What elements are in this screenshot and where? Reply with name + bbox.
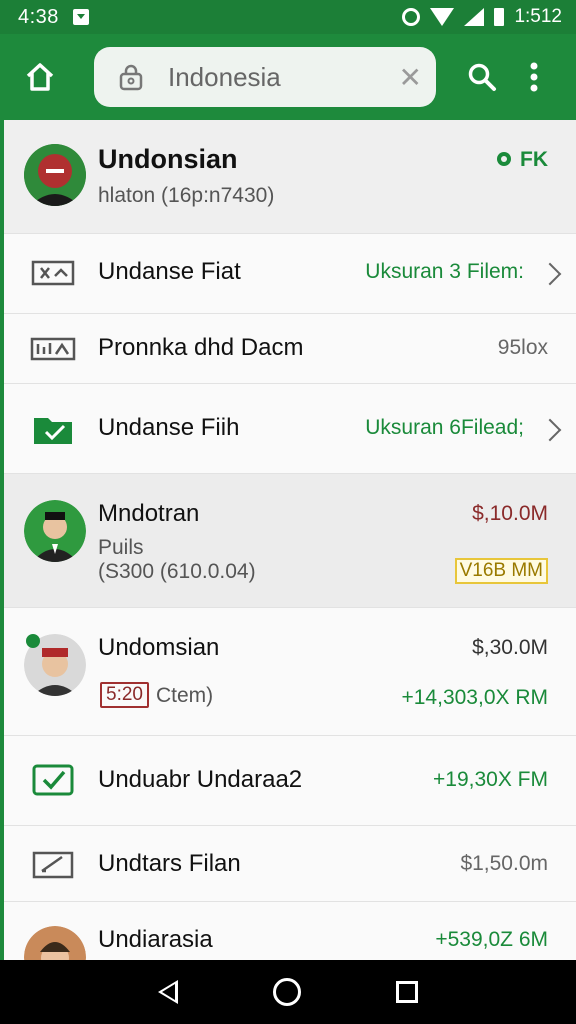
- dnd-icon: [402, 8, 421, 26]
- system-nav-bar: [0, 960, 576, 1024]
- item-title: Undomsian: [98, 634, 220, 661]
- status-time: 4:38: [18, 5, 59, 28]
- item-title: Mndotran: [98, 500, 200, 527]
- item-value: +539,0Z 6M: [435, 928, 548, 951]
- item-value: Uksuran 6Filead;: [365, 416, 524, 439]
- badge-icon: [26, 634, 40, 648]
- folder-check-icon: [30, 412, 76, 446]
- item-subtitle: Ctem): [156, 684, 214, 707]
- list-item[interactable]: Undonsian hlaton (16p:n7430) FK: [4, 120, 576, 234]
- back-icon[interactable]: [157, 980, 178, 1004]
- home-button[interactable]: [0, 34, 80, 120]
- item-value: $1,50.0m: [460, 852, 548, 875]
- item-value: Uksuran 3 Filem:: [365, 260, 524, 283]
- item-title: Undanse Fiat: [98, 258, 241, 285]
- item-subtitle: hlaton (16p:n7430): [98, 184, 275, 207]
- item-title: Undiarasia: [98, 926, 213, 953]
- status-clock: 1:512: [514, 6, 562, 27]
- ticket-icon: [30, 256, 76, 290]
- avatar: [24, 144, 86, 206]
- item-title: Undanse Fiih: [98, 414, 240, 441]
- results-list: Undonsian hlaton (16p:n7430) FK Undanse …: [4, 120, 576, 960]
- list-item[interactable]: Undtars Filan $1,50.0m: [4, 826, 576, 902]
- lock-icon: [116, 62, 146, 92]
- list-item[interactable]: Undiarasia +539,0Z 6M: [4, 902, 576, 960]
- home-circle-icon[interactable]: [272, 978, 301, 1006]
- list-item[interactable]: Undomsian 5:20 Ctem) $,30.0M +14,303,0X …: [4, 608, 576, 736]
- chevron-right-icon: [538, 418, 562, 442]
- item-amount: +14,303,0X RM: [401, 686, 548, 709]
- item-value-text: FK: [520, 148, 548, 171]
- item-value: 95lox: [497, 336, 548, 359]
- edit-document-icon: [30, 848, 76, 882]
- item-title: Pronnka dhd Dacm: [98, 334, 304, 361]
- folder-check-icon: [30, 762, 76, 796]
- list-item[interactable]: Undanse Fiih Uksuran 6Filead;: [4, 384, 576, 474]
- item-subtitle: Puils: [98, 536, 144, 559]
- chevron-right-icon: [538, 262, 562, 286]
- search-input[interactable]: [168, 61, 378, 93]
- list-item[interactable]: Mndotran Puils (S300 (610.0.04) $,10.0M …: [4, 474, 576, 608]
- item-detail: (S300 (610.0.04): [98, 560, 256, 583]
- list-item[interactable]: Unduabr Undaraa2 +19,30X FM: [4, 736, 576, 826]
- chart-icon: [30, 332, 76, 366]
- wifi-icon: [430, 8, 455, 26]
- app-bar: ✕: [0, 34, 576, 120]
- list-item[interactable]: Pronnka dhd Dacm 95lox: [4, 314, 576, 384]
- recents-icon[interactable]: [396, 981, 419, 1003]
- item-title: Undtars Filan: [98, 850, 241, 877]
- home-icon: [26, 63, 54, 91]
- item-title: Undonsian: [98, 144, 238, 174]
- gear-icon: [497, 152, 512, 166]
- status-bar: 4:38 1:512: [0, 0, 576, 34]
- more-button[interactable]: [514, 45, 554, 109]
- search-button[interactable]: [450, 45, 514, 109]
- avatar: [24, 926, 86, 960]
- list-item[interactable]: Undanse Fiat Uksuran 3 Filem:: [4, 234, 576, 314]
- item-title: Unduabr Undaraa2: [98, 766, 303, 793]
- item-value: $,10.0M: [472, 502, 548, 525]
- search-icon: [468, 63, 496, 91]
- search-field[interactable]: ✕: [94, 47, 436, 107]
- clear-icon[interactable]: ✕: [399, 61, 422, 94]
- notification-icon: [72, 9, 89, 25]
- avatar: [24, 500, 86, 562]
- more-vert-icon: [530, 62, 538, 92]
- signal-icon: [464, 8, 485, 26]
- item-value: +19,30X FM: [433, 768, 548, 791]
- item-value: $,30.0M: [472, 636, 548, 659]
- time-badge: 5:20: [100, 682, 149, 708]
- amount-badge: V16B MM: [454, 558, 548, 584]
- item-value: FK: [494, 148, 548, 172]
- battery-icon: [494, 8, 505, 26]
